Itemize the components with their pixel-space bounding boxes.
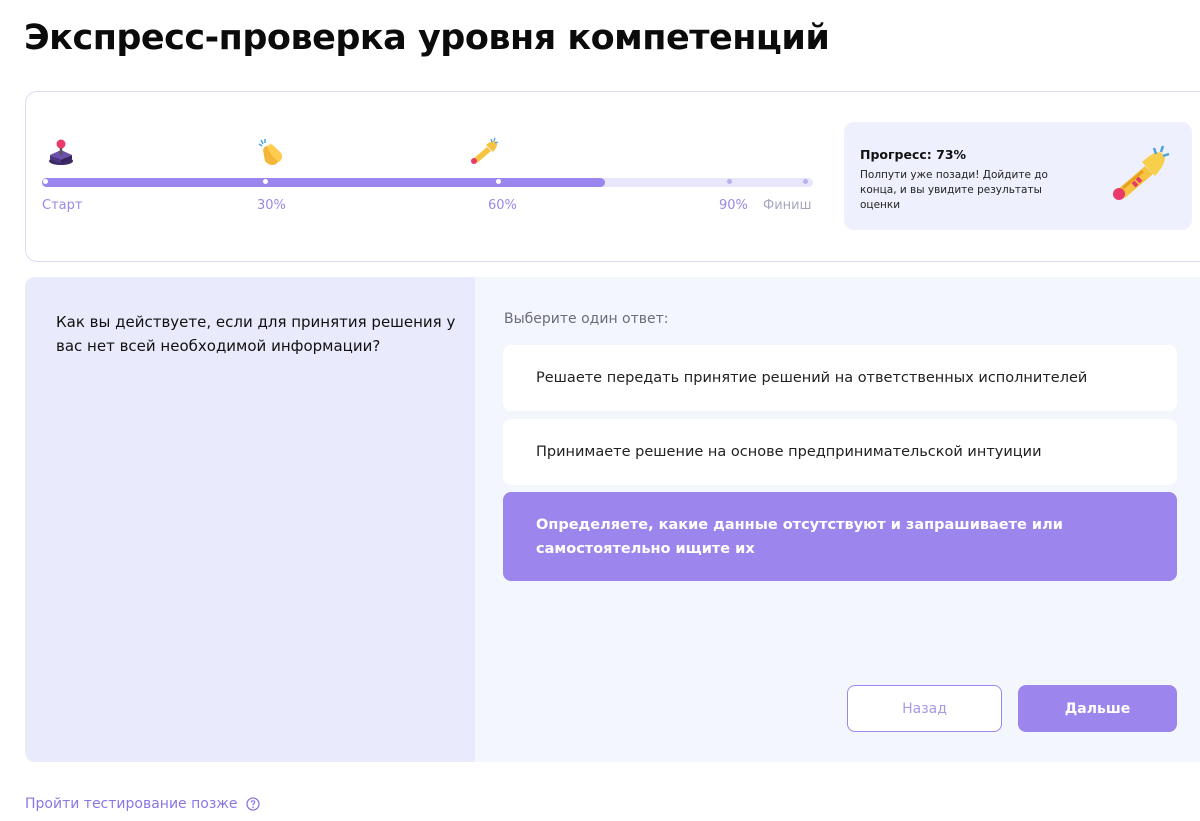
answer-option-label: Принимаете решение на основе предпринима…	[536, 444, 1042, 460]
back-button[interactable]: Назад	[847, 685, 1002, 732]
next-button[interactable]: Дальше	[1018, 685, 1177, 732]
milestone-label-30: 30%	[257, 198, 286, 213]
question-text: Как вы действуете, если для принятия реш…	[56, 313, 456, 355]
progress-fill	[42, 178, 605, 187]
milestone-label-90: 90%	[719, 198, 748, 213]
answer-option-2[interactable]: Принимаете решение на основе предпринима…	[503, 419, 1177, 485]
take-test-later-label: Пройти тестирование позже	[25, 796, 238, 812]
progress-info-text: Полпути уже позади! Дойдите до конца, и …	[860, 169, 1048, 211]
clapping-hands-icon	[258, 139, 283, 165]
milestone-dot-90	[727, 179, 732, 184]
milestone-dot-finish	[803, 179, 808, 184]
answer-option-3-selected[interactable]: Определяете, какие данные отсутствуют и …	[503, 492, 1177, 581]
progress-track	[42, 178, 813, 187]
milestone-dot-start	[43, 179, 48, 184]
progress-info-box: Прогресс: 73% Полпути уже позади! Дойдит…	[844, 122, 1192, 230]
question-panel: Как вы действуете, если для принятия реш…	[25, 277, 475, 762]
milestone-label-60: 60%	[488, 198, 517, 213]
answers-hint: Выберите один ответ:	[504, 311, 669, 327]
trumpet-icon	[1113, 145, 1170, 200]
answer-option-label: Решаете передать принятие решений на отв…	[536, 370, 1088, 386]
answer-option-label: Определяете, какие данные отсутствуют и …	[536, 516, 1063, 557]
progress-info-title: Прогресс: 73%	[860, 147, 967, 162]
take-test-later-link[interactable]: Пройти тестирование позже	[25, 796, 260, 812]
milestone-label-finish: Финиш	[763, 198, 812, 213]
page-title: Экспресс-проверка уровня компетенций	[24, 18, 830, 58]
answer-option-1[interactable]: Решаете передать принятие решений на отв…	[503, 345, 1177, 411]
answers-panel: Выберите один ответ: Решаете передать пр…	[475, 277, 1200, 762]
question-circle-icon	[245, 797, 260, 811]
milestone-dot-30	[263, 179, 268, 184]
progress-card: Старт 30% 60% 90% Финиш Прогресс: 73% По…	[25, 91, 1200, 262]
milestone-dot-60	[496, 179, 501, 184]
milestone-label-start: Старт	[42, 198, 83, 213]
joystick-icon	[49, 139, 73, 165]
trumpet-icon	[471, 137, 499, 164]
